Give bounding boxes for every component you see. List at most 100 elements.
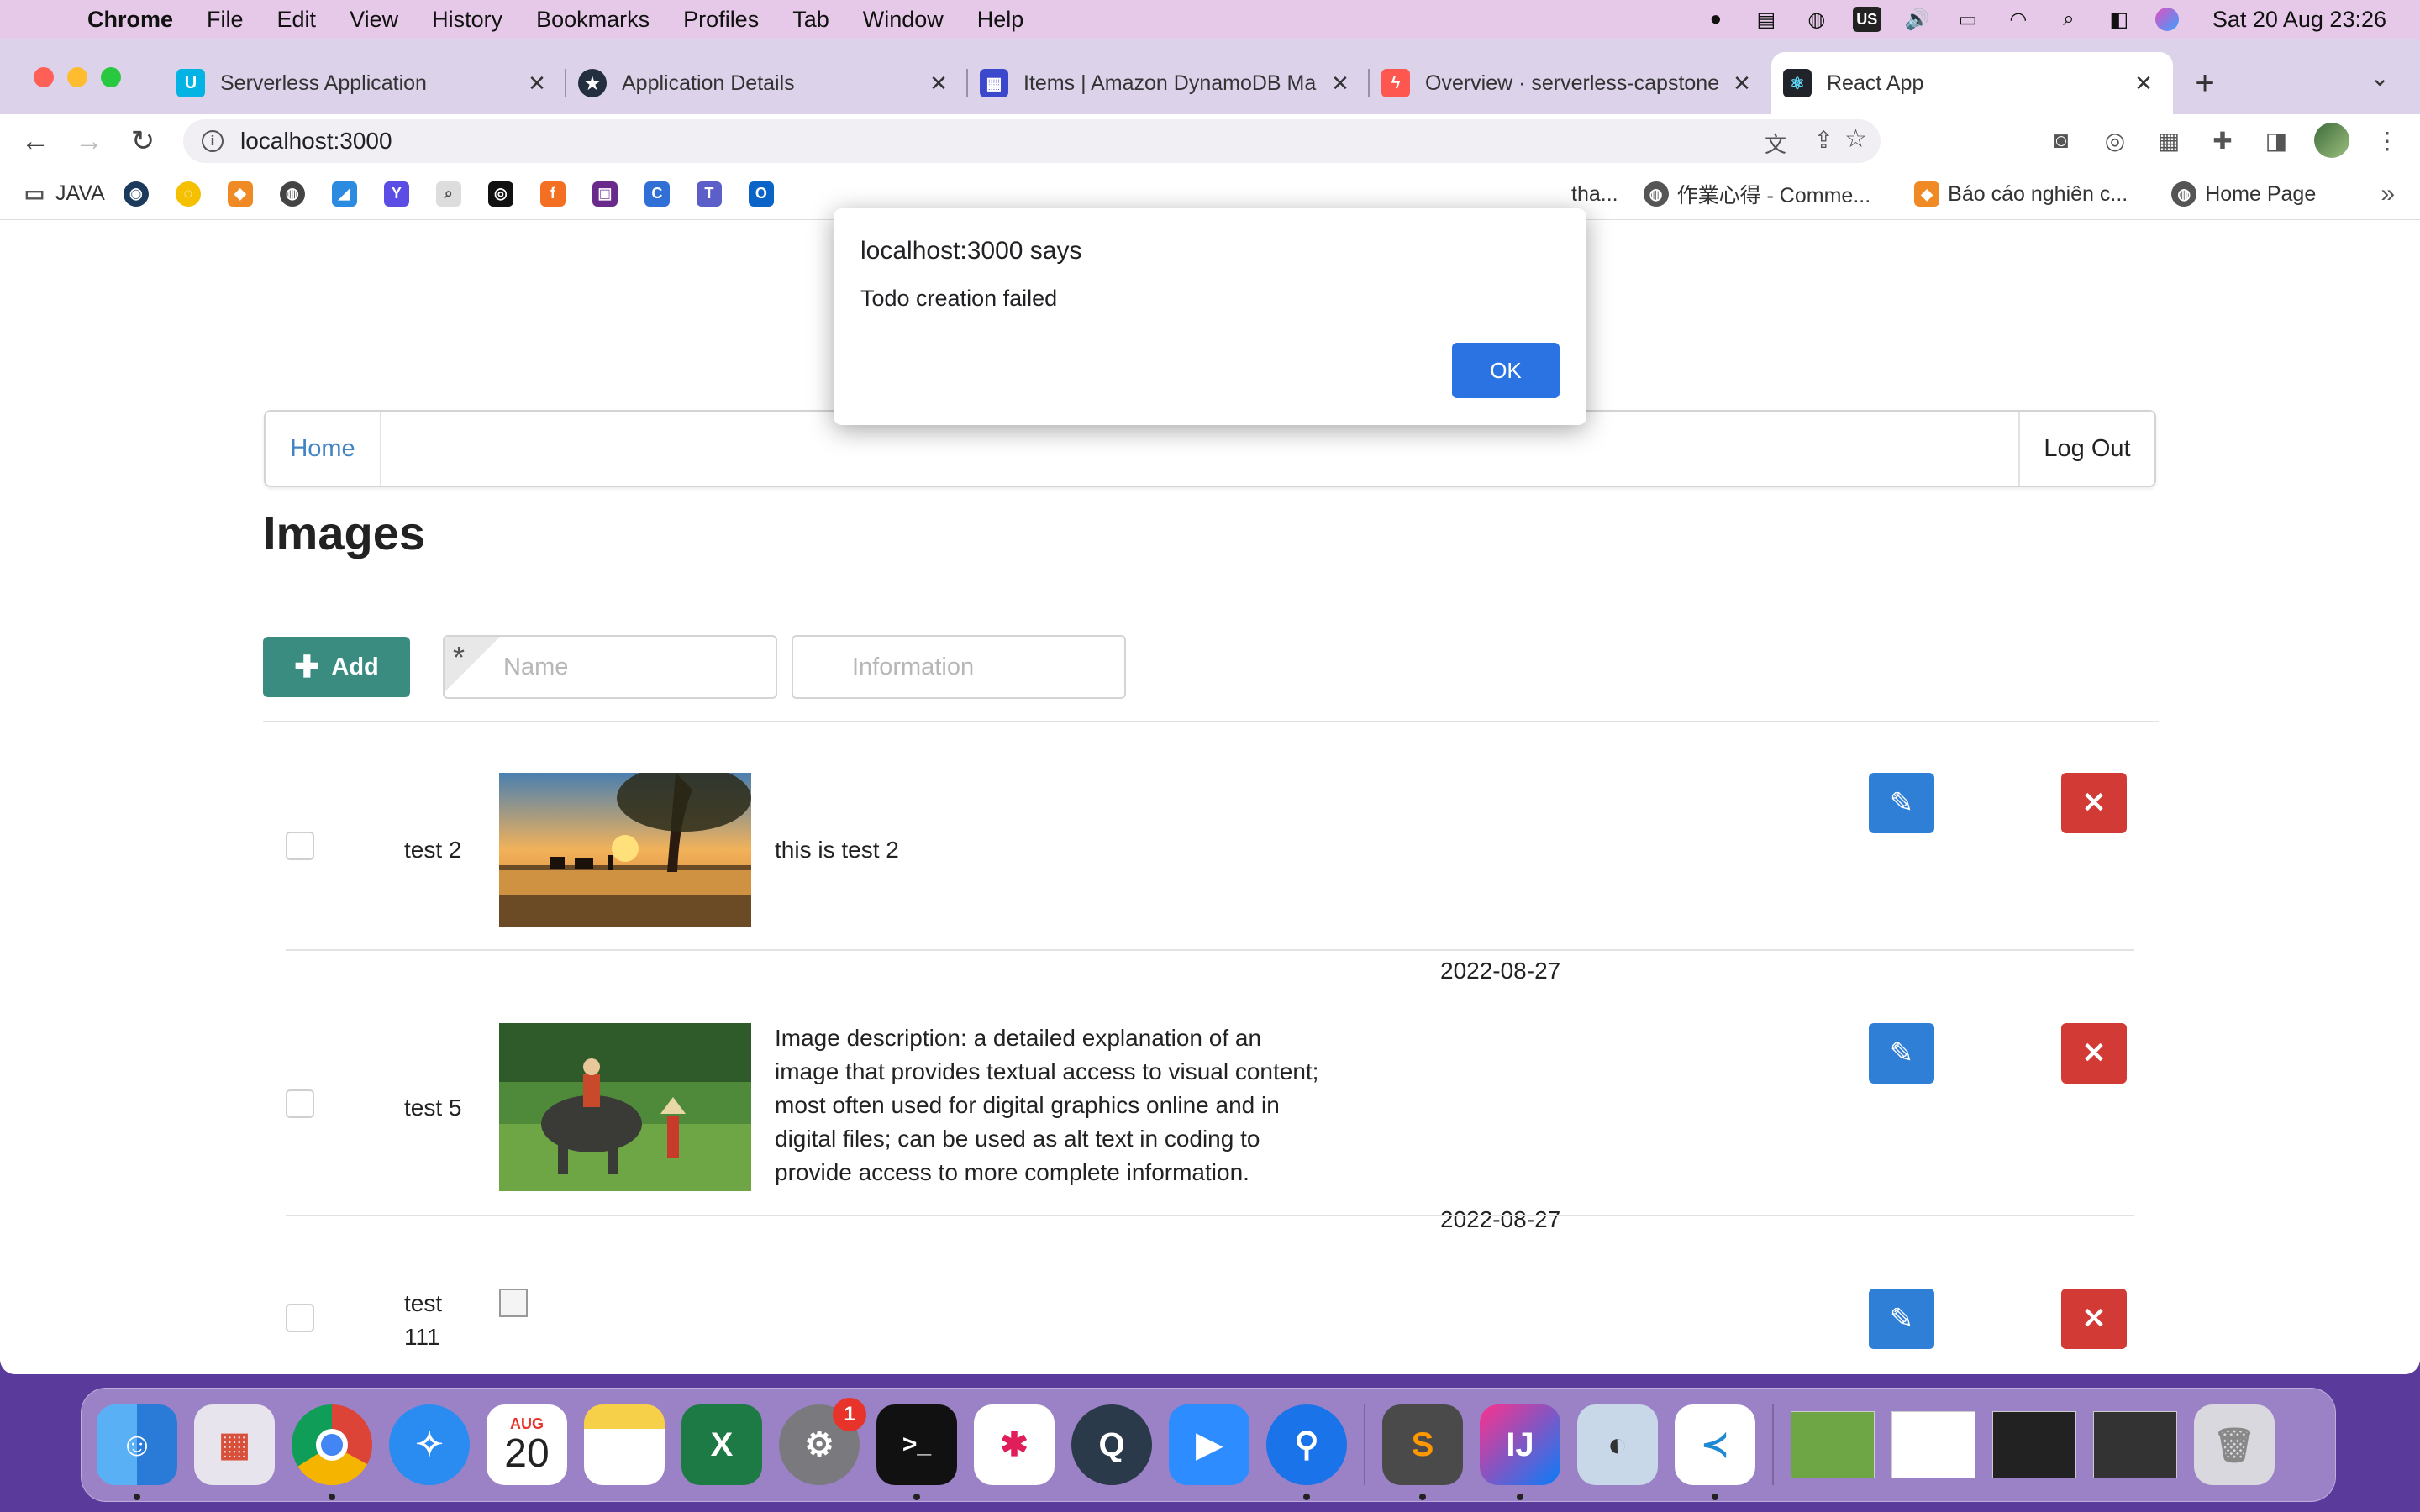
- close-tab-icon[interactable]: ✕: [2131, 71, 2156, 97]
- row-2-edit-button[interactable]: ✎: [1869, 1023, 1934, 1084]
- clipboard-icon[interactable]: ▤: [1752, 7, 1781, 32]
- bookmark-comments[interactable]: ◍ 作業心得 - Comme...: [1643, 179, 1870, 209]
- tab-serverless-application[interactable]: U Serverless Application ✕: [165, 52, 566, 114]
- bookmark-c-icon[interactable]: C: [644, 181, 678, 207]
- forward-button[interactable]: →: [62, 125, 116, 158]
- bookmark-bao-cao[interactable]: ◆ Báo cáo nghiên c...: [1914, 181, 2128, 207]
- row-1-checkbox[interactable]: [286, 832, 314, 860]
- volume-icon[interactable]: 🔊: [1903, 7, 1932, 32]
- vscode-icon[interactable]: ≺: [1675, 1404, 1755, 1500]
- close-tab-icon[interactable]: ✕: [1328, 71, 1353, 97]
- extension-loader-icon[interactable]: ◎: [2099, 123, 2131, 157]
- bookmark-search-yellow-icon[interactable]: ◌: [175, 181, 209, 207]
- menu-profiles[interactable]: Profiles: [683, 7, 759, 33]
- bookmark-folder-java[interactable]: ▭ JAVA: [22, 181, 105, 207]
- quicktime-icon[interactable]: Q: [1071, 1404, 1152, 1485]
- bookmark-github-icon[interactable]: ◎: [487, 181, 522, 207]
- bookmark-teams-icon[interactable]: T: [696, 181, 730, 207]
- calendar-icon[interactable]: AUG 20: [487, 1404, 567, 1485]
- finder-icon[interactable]: ☺: [97, 1404, 177, 1500]
- bookmark-flag-icon[interactable]: ◢: [331, 181, 366, 207]
- tab-dynamodb-items[interactable]: ▦ Items | Amazon DynamoDB Ma ✕: [968, 52, 1370, 114]
- launchpad-icon[interactable]: ▦: [194, 1404, 275, 1485]
- bookmark-cube-icon[interactable]: ◆: [227, 181, 261, 207]
- tab-react-app[interactable]: ⚛ React App ✕: [1771, 52, 2173, 114]
- globe-icon[interactable]: ◍: [1802, 7, 1831, 32]
- excel-icon[interactable]: X: [681, 1404, 762, 1485]
- close-tab-icon[interactable]: ✕: [1729, 71, 1754, 97]
- terminal-icon[interactable]: >_: [876, 1404, 957, 1500]
- menu-window[interactable]: Window: [863, 7, 944, 33]
- nav-home-link[interactable]: Home: [266, 412, 381, 486]
- input-source-icon[interactable]: US: [1852, 7, 1881, 32]
- close-tab-icon[interactable]: ✕: [926, 71, 951, 97]
- new-tab-button[interactable]: +: [2180, 52, 2230, 114]
- camera-extension-icon[interactable]: ◙: [2045, 123, 2077, 157]
- bookmark-star-icon[interactable]: ☆: [1844, 124, 1867, 154]
- dialog-ok-button[interactable]: OK: [1452, 343, 1560, 398]
- add-todo-button[interactable]: ✚ Add: [263, 637, 410, 697]
- row-3-delete-button[interactable]: ✕: [2061, 1289, 2127, 1349]
- extensions-puzzle-icon[interactable]: ✚: [2207, 123, 2238, 157]
- side-panel-icon[interactable]: ◨: [2260, 123, 2292, 157]
- name-input[interactable]: * Name: [443, 635, 777, 699]
- close-tab-icon[interactable]: ✕: [524, 71, 550, 97]
- share-icon[interactable]: ⇪: [1814, 126, 1833, 154]
- row-3-edit-button[interactable]: ✎: [1869, 1289, 1934, 1349]
- tab-application-details[interactable]: ★ Application Details ✕: [566, 52, 968, 114]
- bookmark-home-page[interactable]: ◍ Home Page: [2171, 181, 2316, 207]
- close-window-button[interactable]: [34, 67, 54, 87]
- recent-editor-thumbnail[interactable]: [2093, 1411, 2177, 1478]
- preview-icon[interactable]: ◐: [1577, 1404, 1658, 1485]
- menu-history[interactable]: History: [432, 7, 502, 33]
- url-text[interactable]: localhost:3000: [240, 128, 392, 155]
- menu-view[interactable]: View: [350, 7, 398, 33]
- row-2-checkbox[interactable]: [286, 1089, 314, 1118]
- status-app-icon[interactable]: ●: [1702, 7, 1730, 32]
- menu-clock[interactable]: Sat 20 Aug 23:26: [2212, 7, 2386, 33]
- bookmark-compass-icon[interactable]: ◉: [123, 181, 157, 207]
- system-settings-icon[interactable]: ⚙ 1: [779, 1398, 866, 1485]
- bookmark-globe-icon[interactable]: ◍: [279, 181, 313, 207]
- notes-icon[interactable]: [584, 1404, 665, 1485]
- zoom-icon[interactable]: ▶: [1169, 1404, 1249, 1485]
- menu-file[interactable]: File: [207, 7, 244, 33]
- sublime-text-icon[interactable]: S: [1382, 1404, 1463, 1500]
- zoom-window-button[interactable]: [101, 67, 121, 87]
- bookmark-shield-icon[interactable]: ▣: [592, 181, 626, 207]
- battery-icon[interactable]: ▭: [1954, 7, 1982, 32]
- bookmark-outlook-icon[interactable]: O: [748, 181, 782, 207]
- bookmark-magnifier-icon[interactable]: ⌕: [435, 181, 470, 207]
- recent-document-thumbnail[interactable]: [1891, 1411, 1975, 1478]
- minimize-window-button[interactable]: [67, 67, 87, 87]
- profile-avatar[interactable]: [2314, 123, 2349, 158]
- row-1-delete-button[interactable]: ✕: [2061, 773, 2127, 833]
- tab-search-chevron-icon[interactable]: ⌄: [2370, 64, 2390, 92]
- slack-icon[interactable]: ✱: [974, 1404, 1055, 1485]
- site-info-icon[interactable]: i: [202, 130, 224, 152]
- wifi-icon[interactable]: ◠: [2004, 7, 2033, 32]
- tab-serverless-overview[interactable]: ϟ Overview · serverless-capstone ✕: [1370, 52, 1771, 114]
- menu-app-name[interactable]: Chrome: [87, 7, 173, 33]
- intellij-icon[interactable]: IJ: [1480, 1404, 1560, 1500]
- menu-tab[interactable]: Tab: [792, 7, 829, 33]
- menu-help[interactable]: Help: [977, 7, 1024, 33]
- row-1-edit-button[interactable]: ✎: [1869, 773, 1934, 833]
- spotlight-search-icon[interactable]: ⌕: [2054, 7, 2083, 32]
- reload-button[interactable]: ↻: [116, 124, 170, 158]
- chrome-icon[interactable]: [292, 1404, 372, 1500]
- row-3-checkbox[interactable]: [286, 1304, 314, 1332]
- qr-code-icon[interactable]: ▦: [2153, 123, 2185, 157]
- bookmark-partial[interactable]: tha...: [1571, 182, 1618, 207]
- address-bar[interactable]: i localhost:3000 文 ⇪ ☆: [183, 119, 1881, 163]
- recent-terminal-thumbnail[interactable]: [1992, 1411, 2076, 1478]
- safari-icon[interactable]: ✧: [389, 1404, 470, 1485]
- siri-icon[interactable]: [2154, 8, 2179, 31]
- chrome-menu-icon[interactable]: ⋮: [2371, 123, 2403, 157]
- translate-icon[interactable]: 文: [1765, 128, 1786, 159]
- row-2-delete-button[interactable]: ✕: [2061, 1023, 2127, 1084]
- logout-button[interactable]: Log Out: [2018, 412, 2154, 486]
- trash-icon[interactable]: 🗑: [2194, 1404, 2275, 1485]
- back-button[interactable]: ←: [8, 125, 62, 158]
- maps-pin-icon[interactable]: ⚲: [1266, 1404, 1347, 1500]
